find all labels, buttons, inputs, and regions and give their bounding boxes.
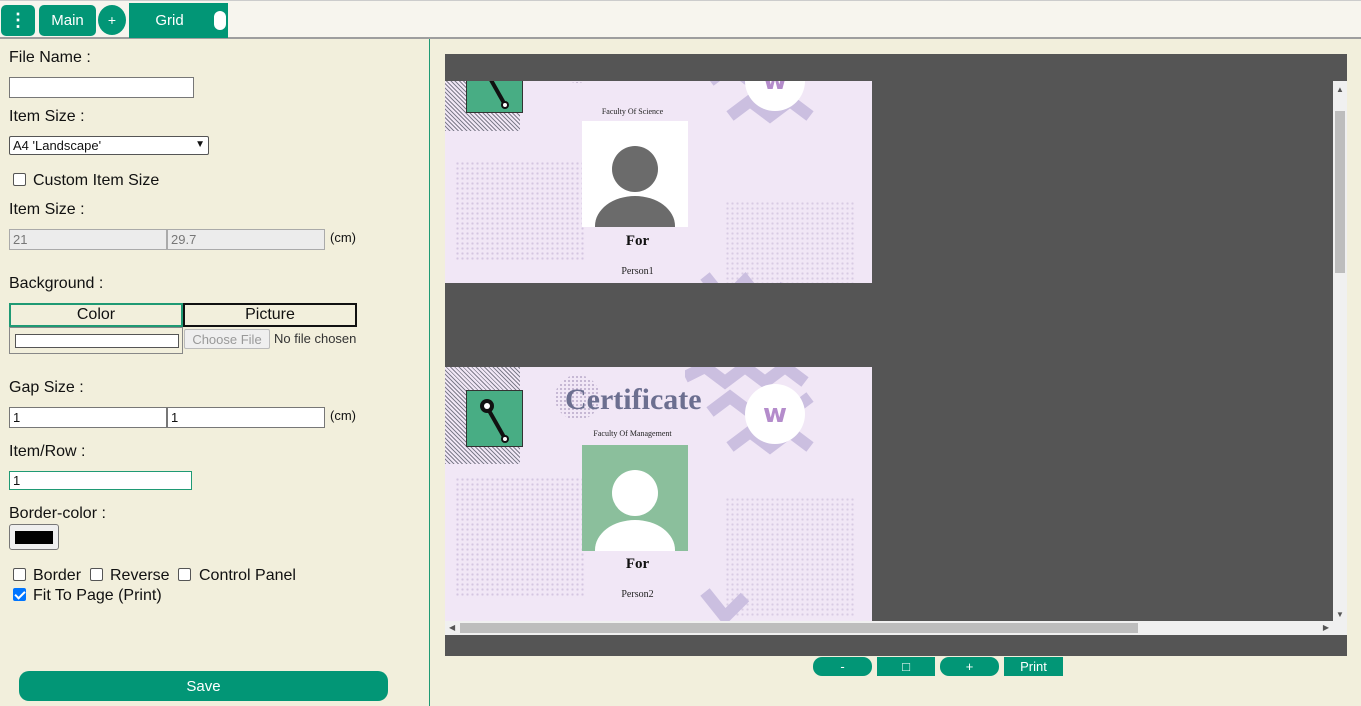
gap-y-input[interactable]: 1 bbox=[167, 407, 325, 428]
reverse-checkbox[interactable] bbox=[90, 568, 103, 581]
gap-x-input[interactable]: 1 bbox=[9, 407, 167, 428]
bg-tab-color[interactable]: Color bbox=[9, 303, 183, 327]
pin-logo-icon bbox=[466, 81, 523, 113]
control-panel-label: Control Panel bbox=[199, 567, 296, 584]
scroll-left-icon[interactable]: ◀ bbox=[449, 623, 455, 632]
scroll-down-icon[interactable]: ▼ bbox=[1336, 610, 1344, 619]
preview-area: w Faculty Of Science For Person1 Certifi… bbox=[445, 54, 1347, 656]
choose-file-button[interactable]: Choose File bbox=[184, 329, 270, 349]
save-button[interactable]: Save bbox=[19, 671, 388, 701]
horizontal-scrollbar[interactable]: ◀ ▶ bbox=[445, 621, 1347, 635]
tab-grid-label: Grid bbox=[155, 12, 184, 29]
decor-zigzag-bottom bbox=[700, 588, 750, 621]
control-panel-checkbox[interactable] bbox=[178, 568, 191, 581]
bg-color-picker[interactable] bbox=[9, 327, 183, 354]
preview-viewport: w Faculty Of Science For Person1 Certifi… bbox=[445, 81, 1333, 621]
gap-size-unit: (cm) bbox=[330, 408, 356, 423]
zoom-in-button[interactable]: + bbox=[940, 657, 999, 676]
gap-size-label: Gap Size : bbox=[9, 379, 84, 396]
fit-button[interactable]: □ bbox=[877, 657, 935, 676]
w-logo-icon: w bbox=[745, 384, 805, 444]
custom-item-size-label: Custom Item Size bbox=[33, 172, 160, 189]
avatar bbox=[582, 121, 688, 227]
tab-bar: ⋮ Main + Grid bbox=[0, 0, 1361, 39]
item-height-input[interactable]: 29.7 bbox=[167, 229, 325, 250]
vertical-scroll-thumb[interactable] bbox=[1335, 111, 1345, 273]
border-color-picker[interactable] bbox=[9, 524, 59, 550]
card-faculty: Faculty Of Management bbox=[593, 429, 672, 438]
background-label: Background : bbox=[9, 275, 104, 292]
custom-item-size-checkbox[interactable] bbox=[13, 173, 26, 186]
item-size-unit: (cm) bbox=[330, 230, 356, 245]
border-color-label: Border-color : bbox=[9, 505, 106, 522]
pin-logo-icon bbox=[466, 390, 523, 447]
bg-tab-picture[interactable]: Picture bbox=[183, 303, 357, 327]
item-size-custom-label: Item Size : bbox=[9, 201, 85, 218]
card-for: For bbox=[625, 556, 650, 572]
card-for: For bbox=[625, 233, 650, 249]
decor-dots bbox=[555, 81, 600, 83]
file-status: No file chosen bbox=[274, 331, 357, 346]
card-faculty: Faculty Of Science bbox=[601, 107, 664, 116]
certificate-card: Certificate w Faculty Of Management For … bbox=[445, 367, 872, 621]
scroll-right-icon[interactable]: ▶ bbox=[1323, 623, 1329, 632]
reverse-label: Reverse bbox=[110, 567, 170, 584]
item-row-label: Item/Row : bbox=[9, 443, 86, 460]
border-checkbox[interactable] bbox=[13, 568, 26, 581]
print-button[interactable]: Print bbox=[1004, 657, 1063, 676]
border-color-swatch bbox=[15, 531, 53, 544]
scroll-up-icon[interactable]: ▲ bbox=[1336, 85, 1344, 94]
vertical-scrollbar[interactable]: ▲ ▼ bbox=[1333, 81, 1347, 621]
add-tab-button[interactable]: + bbox=[98, 5, 126, 35]
bg-color-swatch bbox=[15, 334, 179, 348]
fit-to-page-label: Fit To Page (Print) bbox=[33, 587, 162, 604]
item-size-selected: A4 'Landscape' bbox=[13, 138, 102, 153]
item-width-input[interactable]: 21 bbox=[9, 229, 167, 250]
fit-to-page-checkbox[interactable] bbox=[13, 588, 26, 601]
decor-dots bbox=[455, 477, 585, 597]
chevron-down-icon: ▼ bbox=[195, 139, 205, 150]
tab-toggle-knob[interactable] bbox=[214, 11, 226, 30]
file-name-label: File Name : bbox=[9, 49, 91, 66]
zoom-out-button[interactable]: - bbox=[813, 657, 872, 676]
menu-icon[interactable]: ⋮ bbox=[1, 5, 35, 36]
tab-main[interactable]: Main bbox=[39, 5, 96, 36]
item-size-select[interactable]: A4 'Landscape' ▼ bbox=[9, 136, 209, 155]
tab-grid[interactable]: Grid bbox=[129, 3, 228, 38]
border-label: Border bbox=[33, 567, 82, 584]
card-title: Certificate bbox=[565, 383, 702, 416]
horizontal-scroll-thumb[interactable] bbox=[460, 623, 1138, 633]
settings-panel: File Name : Item Size : A4 'Landscape' ▼… bbox=[0, 39, 430, 706]
certificate-card: w Faculty Of Science For Person1 bbox=[445, 81, 872, 283]
card-person: Person2 bbox=[621, 589, 654, 600]
decor-zigzag-bottom bbox=[700, 272, 782, 283]
avatar bbox=[582, 445, 688, 551]
file-name-input[interactable] bbox=[9, 77, 194, 98]
item-size-label: Item Size : bbox=[9, 108, 85, 125]
item-row-input[interactable]: 1 bbox=[9, 471, 192, 490]
